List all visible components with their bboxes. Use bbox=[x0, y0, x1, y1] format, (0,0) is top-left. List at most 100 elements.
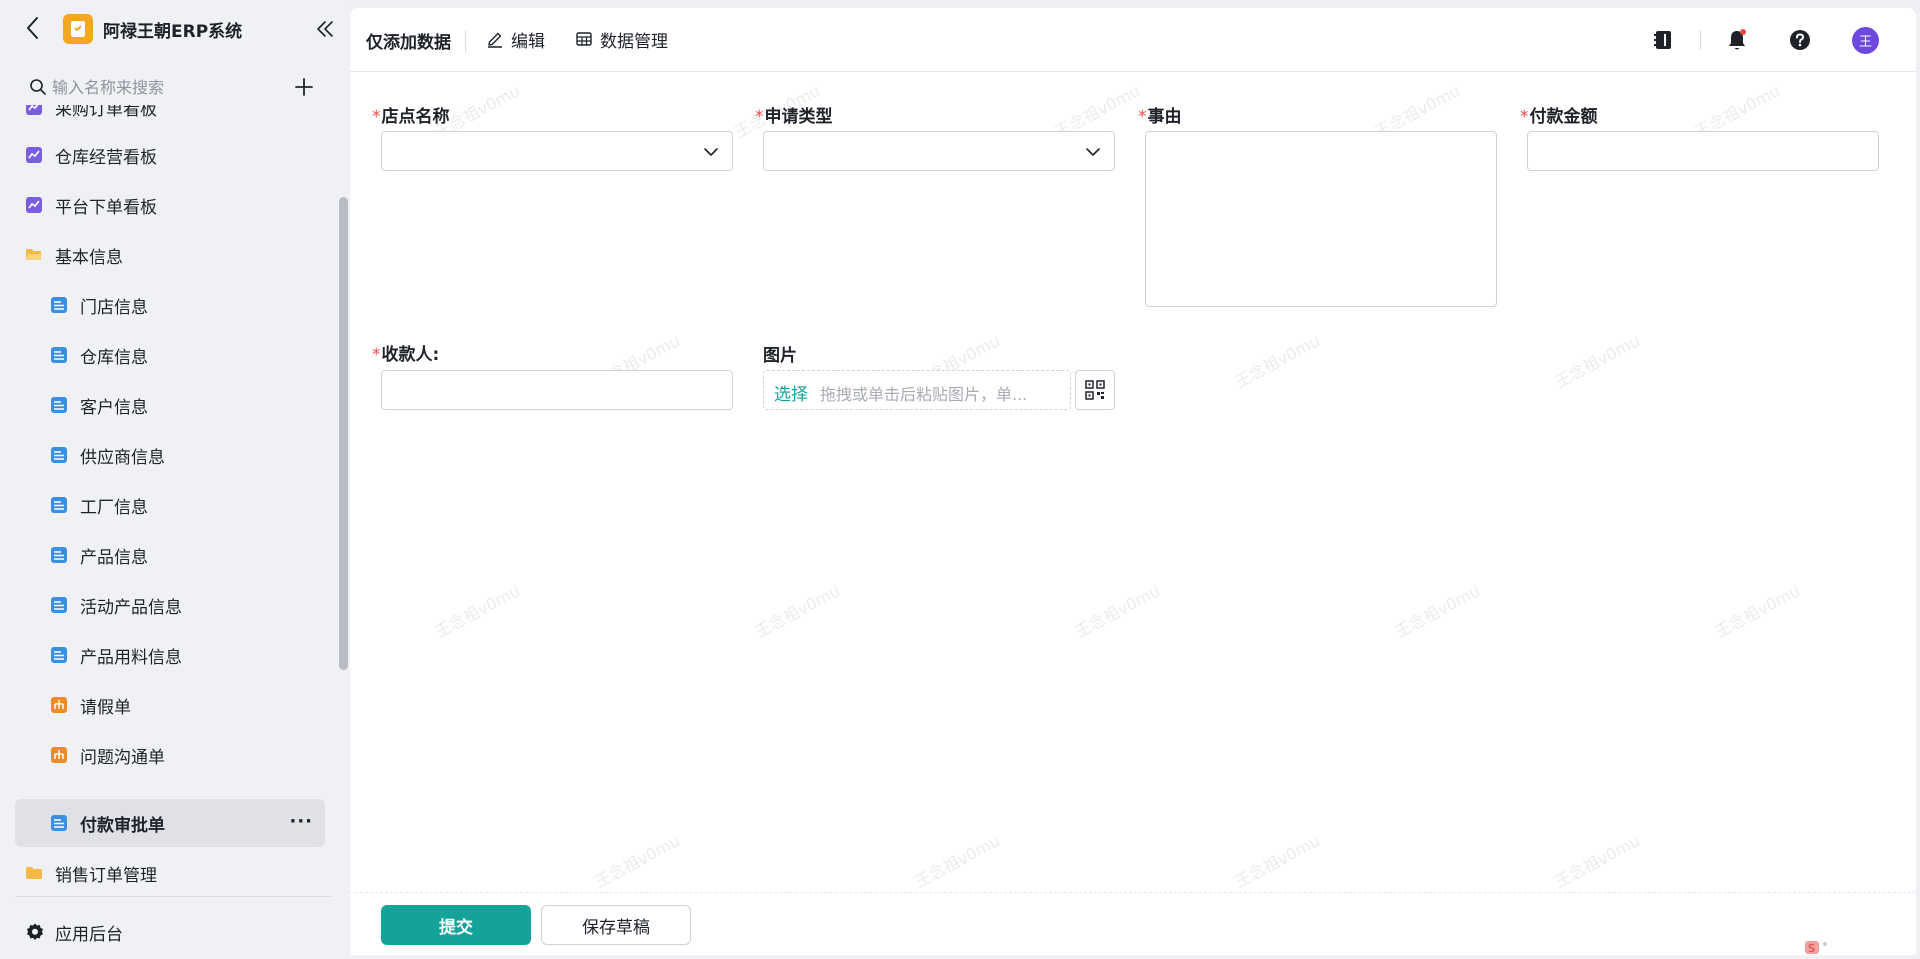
svg-text:S: S bbox=[1808, 942, 1815, 955]
sidebar-item-label: 销售订单管理 bbox=[55, 866, 157, 886]
top-toolbar: 仅添加数据 编辑 数据管理 王 bbox=[350, 8, 1916, 72]
sidebar-item-label: 基本信息 bbox=[55, 248, 123, 268]
sidebar-item-label: 客户信息 bbox=[80, 398, 148, 418]
sidebar-item-label: 产品用料信息 bbox=[80, 648, 182, 668]
upload-choose-link[interactable]: 选择 bbox=[774, 380, 808, 405]
payee-label-text: 收款人: bbox=[381, 345, 440, 365]
data-manage-button[interactable]: 数据管理 bbox=[575, 22, 668, 56]
sidebar-item-issue-communication[interactable]: 问题沟通单 bbox=[15, 731, 325, 779]
watermark: 王念祖v0mu bbox=[591, 831, 684, 892]
sidebar-item-product-material-info[interactable]: 产品用料信息 bbox=[15, 631, 325, 679]
image-label: 图片 bbox=[763, 346, 797, 366]
form-icon bbox=[51, 547, 67, 563]
amount-label-text: 付款金额 bbox=[1529, 107, 1598, 127]
sidebar-item-label: 门店信息 bbox=[80, 298, 148, 318]
form-icon bbox=[51, 647, 67, 663]
apply-type-label: *申请类型 bbox=[755, 102, 833, 127]
sidebar-item-label: 付款审批单 bbox=[80, 816, 165, 836]
sidebar-item-customer-info[interactable]: 客户信息 bbox=[15, 381, 325, 429]
watermark: 王念祖v0mu bbox=[1711, 581, 1804, 642]
form-icon bbox=[51, 447, 67, 463]
search-input[interactable] bbox=[52, 73, 272, 101]
toolbar-divider bbox=[465, 30, 466, 52]
sidebar-scrollbar[interactable] bbox=[339, 197, 348, 670]
sidebar-item-promo-product-info[interactable]: 活动产品信息 bbox=[15, 581, 325, 629]
sidebar-nav: 采购订单看板 仓库经营看板 平台下单看板 基本信息 门店信息 仓库信息 客户信息 bbox=[0, 105, 340, 897]
sidebar-item-factory-info[interactable]: 工厂信息 bbox=[15, 481, 325, 529]
bell-icon[interactable] bbox=[1724, 27, 1750, 53]
sidebar-item-warehouse-info[interactable]: 仓库信息 bbox=[15, 331, 325, 379]
amount-label: *付款金额 bbox=[1520, 102, 1598, 127]
reason-label-text: 事由 bbox=[1147, 107, 1182, 127]
help-icon[interactable] bbox=[1787, 27, 1813, 53]
sidebar-divider bbox=[15, 896, 333, 897]
watermark: 王念祖v0mu bbox=[1551, 331, 1644, 392]
app-admin-label: 应用后台 bbox=[55, 925, 123, 945]
sidebar-item-label: 采购订单看板 bbox=[55, 105, 157, 120]
form-icon bbox=[51, 347, 67, 363]
sidebar-item-store-info[interactable]: 门店信息 bbox=[15, 281, 325, 329]
store-name-label-text: 店点名称 bbox=[381, 107, 450, 127]
collapse-sidebar-icon[interactable] bbox=[314, 18, 336, 40]
workflow-icon bbox=[51, 697, 67, 713]
sidebar-item-label: 平台下单看板 bbox=[55, 198, 157, 218]
image-upload-dropzone[interactable]: 选择 拖拽或单击后粘贴图片，单... bbox=[763, 370, 1071, 410]
chart-dashboard-icon bbox=[26, 197, 42, 213]
apply-type-select[interactable] bbox=[763, 131, 1115, 171]
apply-type-label-text: 申请类型 bbox=[764, 107, 833, 127]
edit-label: 编辑 bbox=[511, 31, 545, 52]
required-mark: * bbox=[372, 107, 381, 127]
save-draft-button[interactable]: 保存草稿 bbox=[541, 905, 691, 945]
payee-label: *收款人: bbox=[372, 340, 439, 365]
sidebar-item-platform-dashboard[interactable]: 平台下单看板 bbox=[15, 181, 325, 229]
chevron-down-icon bbox=[704, 148, 718, 156]
reason-textarea[interactable] bbox=[1145, 131, 1497, 307]
form-icon bbox=[51, 597, 67, 613]
form-icon bbox=[51, 297, 67, 313]
amount-input[interactable] bbox=[1527, 131, 1879, 171]
notebook-icon[interactable] bbox=[1650, 27, 1676, 53]
app-admin-link[interactable]: 应用后台 bbox=[15, 910, 325, 954]
sidebar-item-purchase-dashboard[interactable]: 采购订单看板 bbox=[15, 105, 325, 131]
workflow-icon bbox=[51, 747, 67, 763]
required-mark: * bbox=[372, 345, 381, 365]
sidebar-item-sales-order[interactable]: 销售订单管理 bbox=[15, 849, 325, 897]
sidebar-item-label: 请假单 bbox=[80, 698, 131, 718]
folder-open-icon bbox=[26, 249, 42, 260]
gear-icon bbox=[27, 923, 43, 940]
data-manage-label: 数据管理 bbox=[600, 31, 668, 52]
app-title: 阿禄王朝ERP系统 bbox=[103, 22, 243, 42]
chart-dashboard-icon bbox=[26, 147, 42, 163]
watermark: 王念祖v0mu bbox=[1551, 831, 1644, 892]
required-mark: * bbox=[1520, 107, 1529, 127]
main-panel: 仅添加数据 编辑 数据管理 王 王念祖v0mu 王念祖v0mu 王念祖v0mu … bbox=[350, 8, 1916, 955]
sidebar-item-warehouse-dashboard[interactable]: 仓库经营看板 bbox=[15, 131, 325, 179]
sidebar-item-product-info[interactable]: 产品信息 bbox=[15, 531, 325, 579]
watermark: 王念祖v0mu bbox=[1231, 331, 1324, 392]
chevron-down-icon bbox=[1086, 148, 1100, 156]
sidebar-item-basic-info[interactable]: 基本信息 bbox=[15, 231, 325, 279]
watermark: 王念祖v0mu bbox=[1231, 831, 1324, 892]
sidebar-header: 阿禄王朝ERP系统 bbox=[0, 0, 350, 58]
reason-label: *事由 bbox=[1138, 102, 1182, 127]
edit-pen-icon bbox=[488, 32, 502, 48]
more-options-icon[interactable]: ··· bbox=[289, 811, 313, 832]
edit-button[interactable]: 编辑 bbox=[486, 22, 545, 56]
sidebar-item-payment-approval[interactable]: 付款审批单 ··· bbox=[15, 799, 325, 847]
required-mark: * bbox=[755, 107, 764, 127]
user-avatar[interactable]: 王 bbox=[1852, 27, 1879, 54]
submit-button[interactable]: 提交 bbox=[381, 905, 531, 945]
form-icon bbox=[51, 815, 67, 831]
store-name-select[interactable] bbox=[381, 131, 733, 171]
sidebar-item-label: 活动产品信息 bbox=[80, 598, 182, 618]
form-icon bbox=[51, 497, 67, 513]
upload-hint: 拖拽或单击后粘贴图片，单... bbox=[820, 385, 1028, 404]
qr-code-upload-button[interactable] bbox=[1075, 370, 1115, 410]
folder-icon bbox=[26, 867, 42, 879]
add-icon[interactable] bbox=[293, 76, 315, 98]
sidebar-item-leave-request[interactable]: 请假单 bbox=[15, 681, 325, 729]
payee-input[interactable] bbox=[381, 370, 733, 410]
search-icon bbox=[30, 79, 46, 95]
sidebar-item-supplier-info[interactable]: 供应商信息 bbox=[15, 431, 325, 479]
back-arrow-icon[interactable] bbox=[22, 15, 44, 41]
